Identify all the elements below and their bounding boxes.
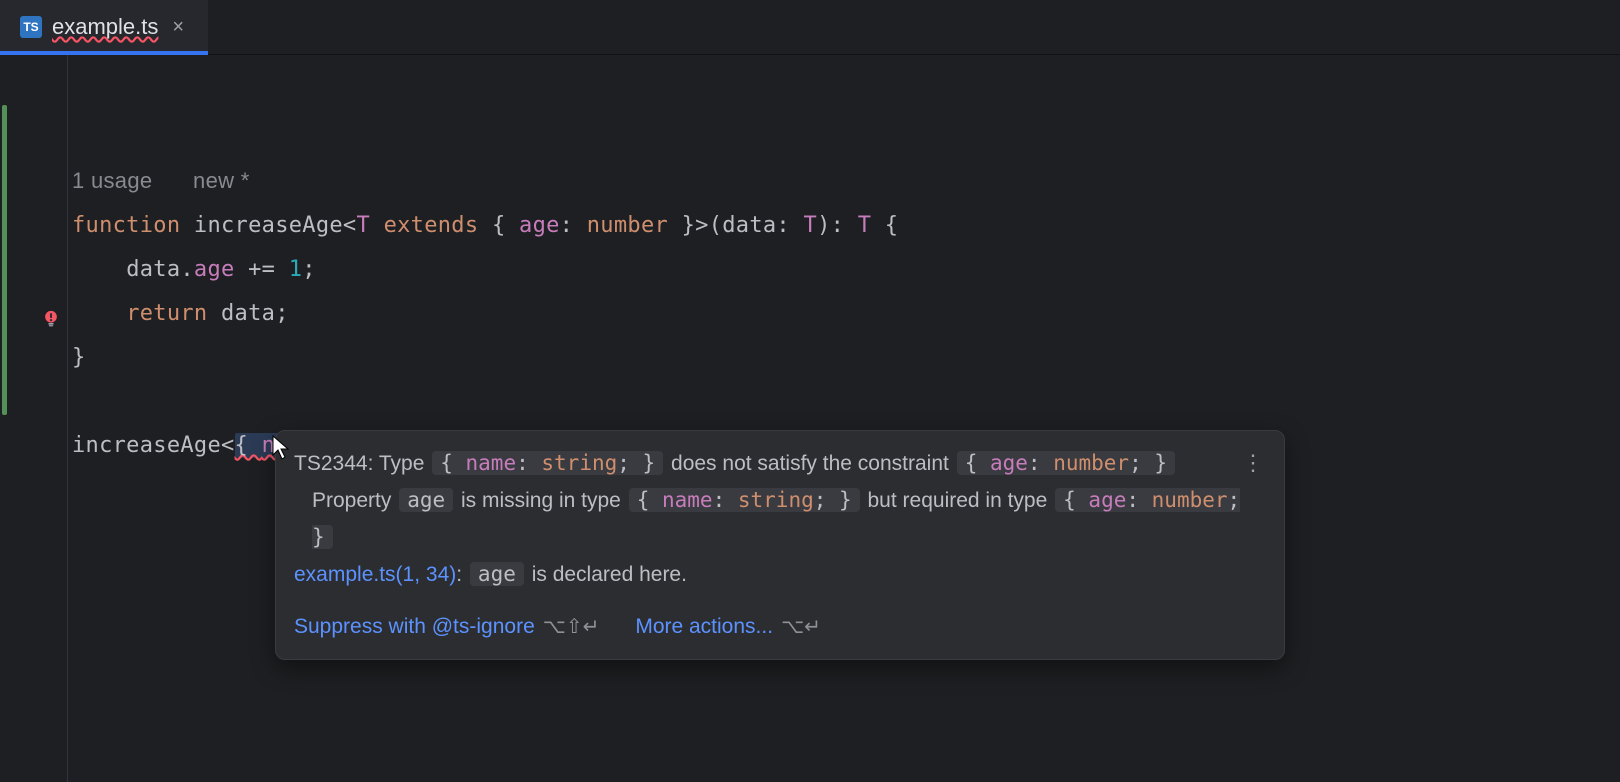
code-token: } xyxy=(72,345,86,370)
code-token: { xyxy=(492,213,506,238)
code-token: increaseAge xyxy=(194,213,343,238)
code-token: data xyxy=(126,257,180,282)
tab-filename: example.ts xyxy=(52,14,158,40)
code-editor[interactable]: 1 usage new * function increaseAge<T ext… xyxy=(0,55,1620,782)
tooltip-actions: Suppress with @ts-ignore ⌥⇧↵ More actions… xyxy=(294,609,1266,645)
mouse-cursor-icon xyxy=(272,435,292,461)
code-token: : xyxy=(831,213,845,238)
code-token: data xyxy=(722,213,776,238)
code-token: . xyxy=(180,257,194,282)
source-link[interactable]: example.ts(1, 34) xyxy=(294,563,456,586)
vcs-change-marker[interactable] xyxy=(2,105,7,415)
kebab-menu-icon[interactable]: ⋮ xyxy=(1242,445,1266,481)
code-token: age xyxy=(194,257,235,282)
code-chip: { name: string; } xyxy=(432,451,663,475)
error-tooltip: ⋮ TS2344: Type { name: string; } does no… xyxy=(275,430,1285,660)
tooltip-line-3: example.ts(1, 34): age is declared here. xyxy=(294,556,1266,593)
tooltip-line-1: TS2344: Type { name: string; } does not … xyxy=(294,445,1266,482)
code-token: : xyxy=(560,213,574,238)
tooltip-text: Property xyxy=(312,489,397,512)
code-token: T xyxy=(804,213,818,238)
code-token: 1 xyxy=(289,257,303,282)
tooltip-text: : xyxy=(456,563,468,586)
tooltip-text: is declared here. xyxy=(526,563,687,586)
code-token: { xyxy=(885,213,899,238)
code-token: > xyxy=(695,213,709,238)
inlay-usages[interactable]: 1 usage xyxy=(72,168,152,193)
tooltip-text: is missing in type xyxy=(455,489,627,512)
editor-gutter xyxy=(0,55,68,782)
code-token: increaseAge xyxy=(72,433,221,458)
code-token: ( xyxy=(709,213,723,238)
code-chip: { age: number; } xyxy=(957,451,1175,475)
code-token: number xyxy=(587,213,668,238)
code-chip: age xyxy=(470,562,524,586)
code-token: ; xyxy=(275,301,289,326)
code-token: : xyxy=(776,213,790,238)
code-token: extends xyxy=(384,213,479,238)
more-actions[interactable]: More actions... ⌥↵ xyxy=(635,609,821,645)
suppress-action[interactable]: Suppress with @ts-ignore ⌥⇧↵ xyxy=(294,609,599,645)
file-tab[interactable]: TS example.ts × xyxy=(0,0,208,54)
tooltip-text: does not satisfy the constraint xyxy=(665,452,955,475)
error-code: TS2344 xyxy=(294,452,368,475)
close-tab-icon[interactable]: × xyxy=(168,17,188,37)
code-token: < xyxy=(343,213,357,238)
code-token: ) xyxy=(817,213,831,238)
code-token: data xyxy=(221,301,275,326)
code-token: { xyxy=(235,433,262,458)
error-bulb-icon[interactable] xyxy=(42,309,60,327)
tooltip-line-2: Property age is missing in type { name: … xyxy=(294,482,1266,556)
code-token: function xyxy=(72,213,180,238)
code-token: } xyxy=(682,213,696,238)
action-label: More actions... xyxy=(635,615,773,638)
code-token: < xyxy=(221,433,235,458)
code-token: age xyxy=(519,213,560,238)
inlay-new[interactable]: new * xyxy=(193,168,250,193)
current-line-highlight xyxy=(0,338,1620,382)
code-token: T xyxy=(858,213,872,238)
code-token: T xyxy=(356,213,370,238)
tab-bar: TS example.ts × xyxy=(0,0,1620,55)
code-token: return xyxy=(126,301,207,326)
shortcut-hint: ⌥⇧↵ xyxy=(543,616,600,638)
shortcut-hint: ⌥↵ xyxy=(781,616,821,638)
code-area[interactable]: 1 usage new * function increaseAge<T ext… xyxy=(68,55,1620,782)
action-label: Suppress with @ts-ignore xyxy=(294,615,535,638)
tooltip-text: but required in type xyxy=(862,489,1053,512)
code-chip: { name: string; } xyxy=(629,488,860,512)
code-token: += xyxy=(248,257,275,282)
typescript-file-icon: TS xyxy=(20,16,42,38)
tooltip-text: : Type xyxy=(368,452,431,475)
code-token: ; xyxy=(302,257,316,282)
code-chip: age xyxy=(399,488,453,512)
